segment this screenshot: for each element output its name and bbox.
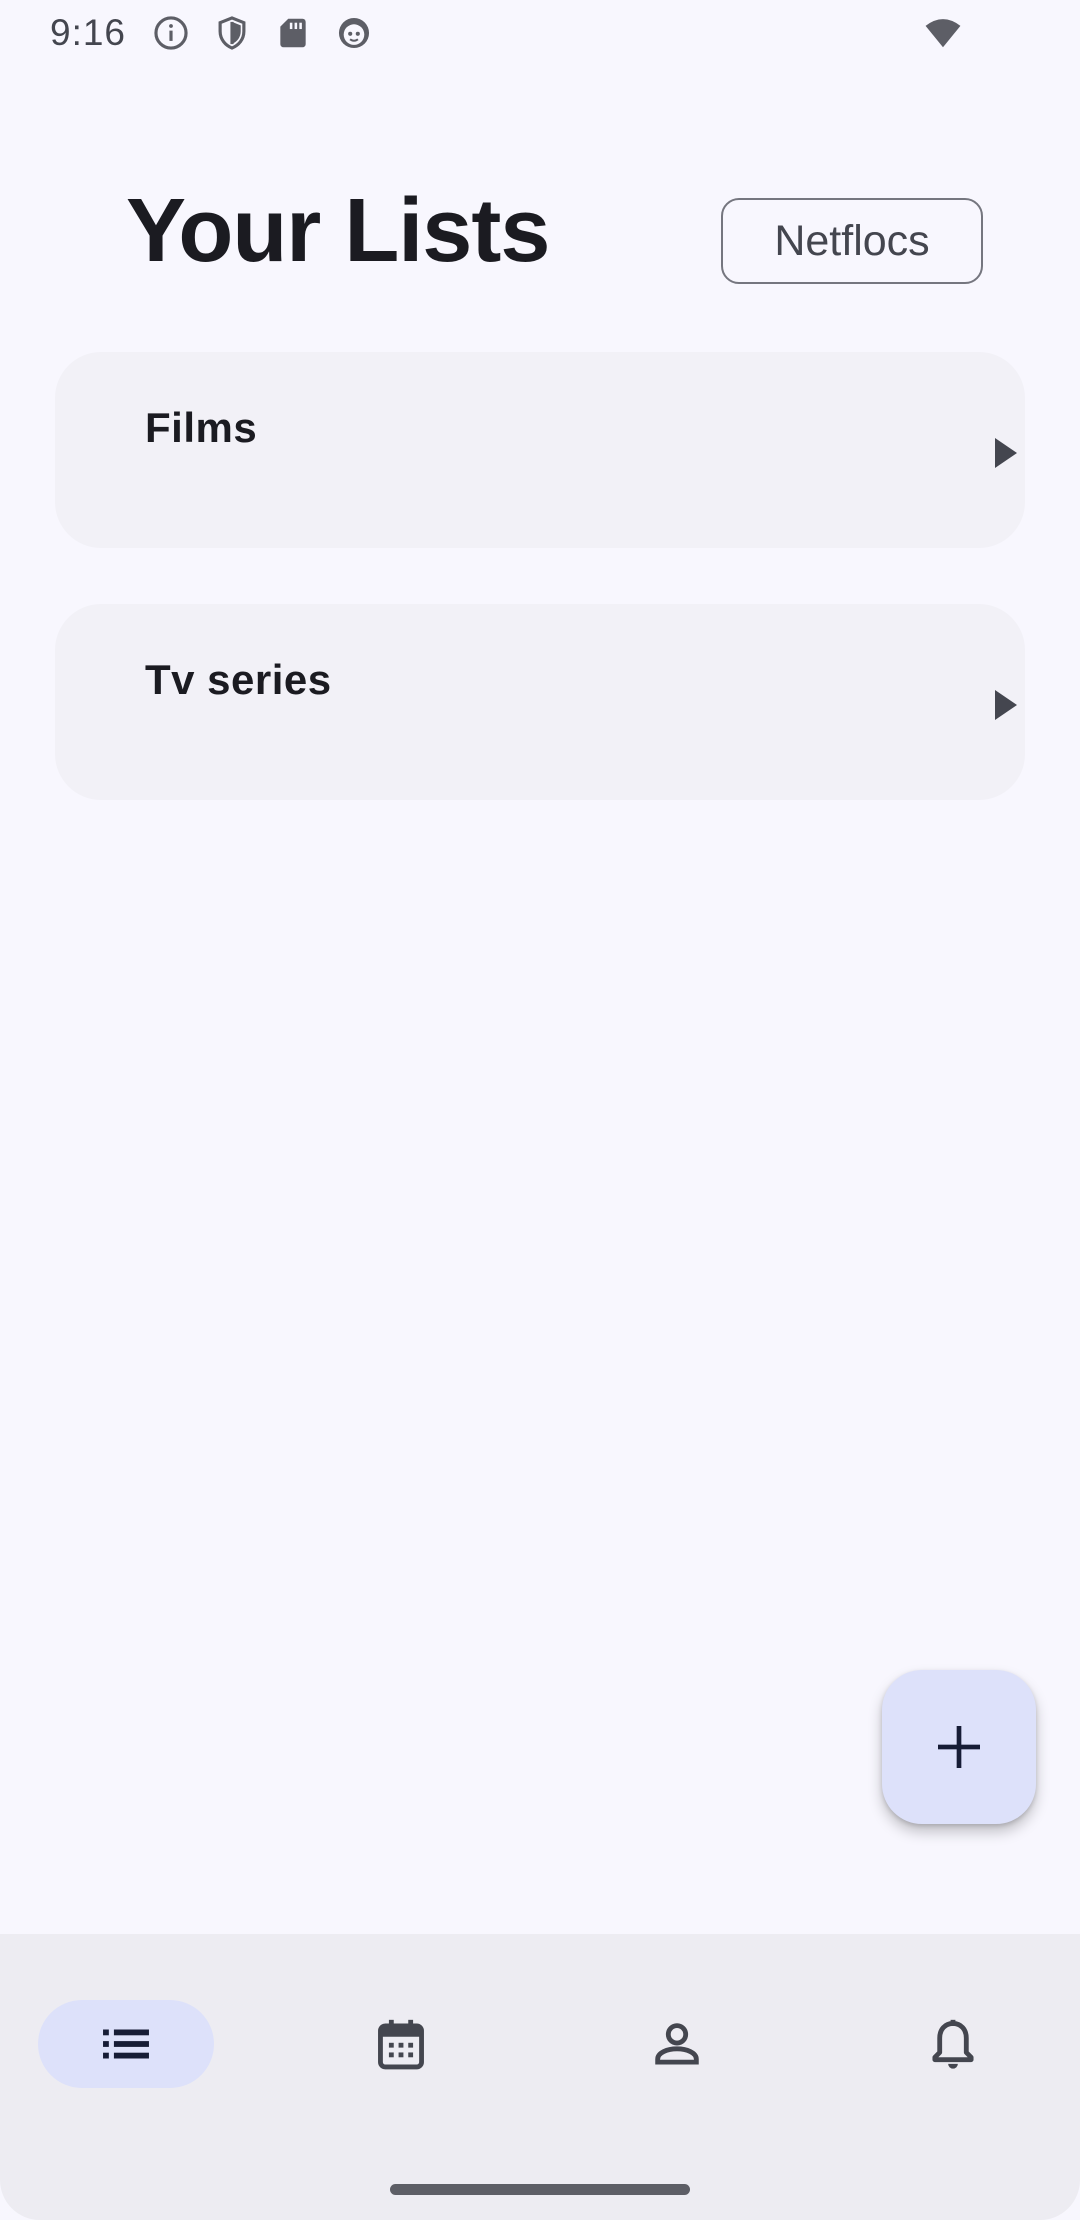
calendar-icon [372, 2015, 430, 2073]
status-time: 9:16 [50, 12, 127, 53]
chevron-right-icon [991, 688, 1021, 722]
page-title: Your Lists [126, 181, 550, 281]
person-icon [648, 2015, 706, 2073]
bell-icon [924, 2015, 982, 2073]
home-indicator[interactable] [390, 2184, 690, 2195]
android-face-icon [335, 14, 373, 52]
info-icon [152, 14, 190, 52]
sd-card-icon [274, 14, 312, 52]
list-card-films[interactable]: Films [55, 352, 1025, 548]
bottom-navigation [0, 1934, 1080, 2220]
chevron-right-icon [991, 436, 1021, 470]
list-card-title: Films [145, 404, 258, 451]
add-list-button[interactable] [882, 1670, 1036, 1824]
wifi-icon [924, 14, 962, 52]
shield-icon [213, 14, 251, 52]
nav-item-calendar[interactable] [313, 2000, 489, 2088]
nav-item-profile[interactable] [589, 2000, 765, 2088]
list-card-title: Tv series [145, 656, 332, 703]
plus-icon [931, 1719, 987, 1775]
status-bar: 9:16 [0, 0, 1080, 66]
list-icon [97, 2015, 155, 2073]
nav-item-lists[interactable] [38, 2000, 214, 2088]
netflocs-chip[interactable]: Netflocs [721, 198, 983, 284]
list-card-tv-series[interactable]: Tv series [55, 604, 1025, 800]
app-screen: 9:16 Your Lists Netflocs Films Tv series [0, 0, 1080, 2220]
nav-item-notifications[interactable] [865, 2000, 1041, 2088]
